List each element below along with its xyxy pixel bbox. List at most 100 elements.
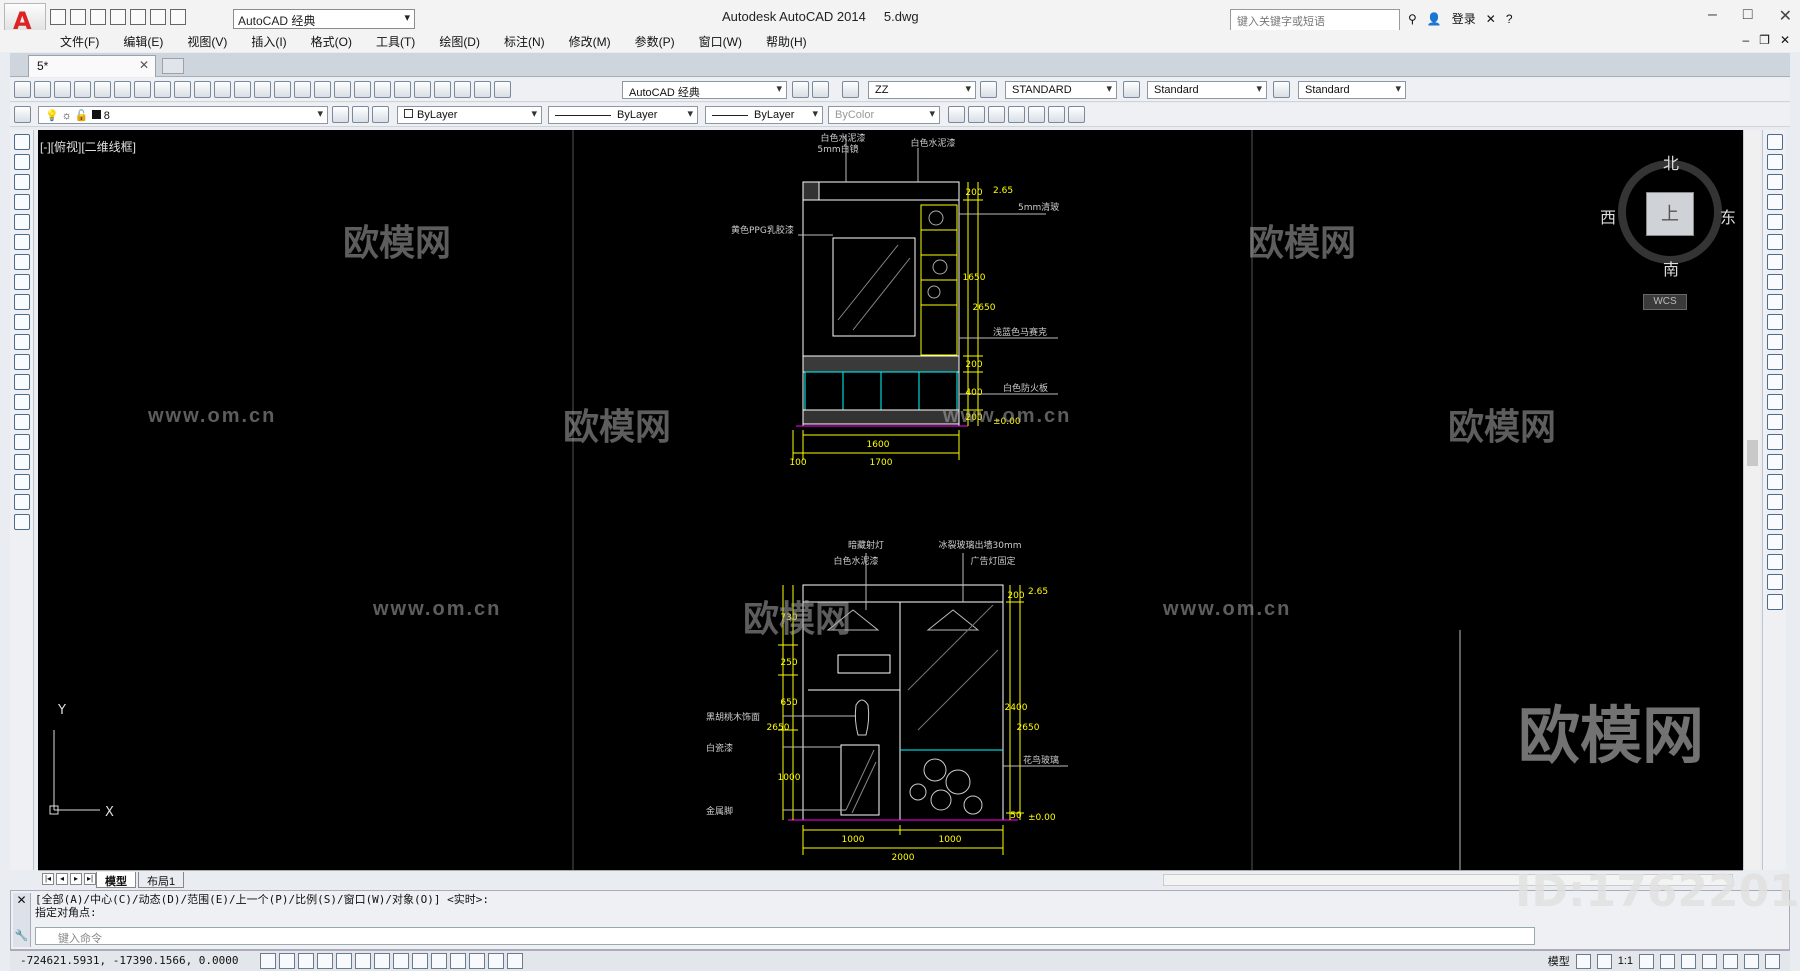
menu-item-7[interactable]: 标注(N) [504,33,545,50]
wcs-menu[interactable]: WCS [1643,294,1687,310]
minimize-doc-icon[interactable]: – [1742,33,1749,47]
text-front-icon[interactable] [1766,554,1783,570]
cursor-coordinates[interactable]: -724621.5931, -17390.1566, 0.0000 [20,954,239,967]
move-icon[interactable] [1766,234,1783,250]
fillet-icon[interactable] [1766,434,1783,450]
color-combo[interactable]: ByLayer [397,106,542,124]
ellipse-arc-icon[interactable] [13,334,30,350]
draw-order-back-icon[interactable] [1766,534,1783,550]
scale-icon[interactable] [1766,274,1783,290]
region-icon[interactable] [13,454,30,470]
tab-layout1[interactable]: 布局1 [138,872,185,888]
linetype-combo[interactable]: ByLayer [548,106,698,124]
rotate-icon[interactable] [1766,254,1783,270]
make-block-icon[interactable] [13,374,30,390]
hardware-acceleration-icon[interactable] [1744,953,1759,969]
close-icon[interactable]: ✕ [1779,6,1792,26]
undo-icon[interactable] [254,81,271,98]
ortho-mode-icon[interactable] [317,953,333,969]
explode-icon[interactable] [1766,474,1783,490]
lineweight-combo[interactable]: ByLayer [705,106,823,124]
plot-preview-icon[interactable] [94,81,111,98]
drawing-canvas[interactable]: 1600 1700 100 200 1650 2650 200 400 200 … [38,130,1743,870]
erase-icon[interactable] [1766,134,1783,150]
polar-tracking-icon[interactable] [336,953,352,969]
extend-icon[interactable] [1766,334,1783,350]
next-layout-icon[interactable]: ▸ [70,873,82,885]
draw-order-front-icon[interactable] [1766,514,1783,530]
document-tab[interactable]: 5* ✕ [28,55,156,77]
login-link[interactable]: 登录 [1452,10,1476,27]
viewcube[interactable]: 上 北 南 西 东 WCS [1600,152,1736,322]
menu-item-8[interactable]: 修改(M) [569,33,611,50]
menu-item-9[interactable]: 参数(P) [635,33,675,50]
tool-palettes-icon[interactable] [414,81,431,98]
infer-constraints-icon[interactable] [260,953,276,969]
wrench-icon[interactable]: 🔧 [13,929,30,942]
multileader-style-icon[interactable] [1273,81,1290,98]
zoom-window-icon[interactable] [334,81,351,98]
menu-item-6[interactable]: 绘图(D) [439,33,480,50]
snap-mode-icon[interactable] [279,953,295,969]
mtext-icon[interactable] [13,494,30,510]
workspace-switch-icon[interactable] [1681,953,1696,969]
workspace-settings-icon[interactable] [812,81,829,98]
save-as-icon[interactable] [110,9,126,25]
plot-icon[interactable] [130,9,146,25]
orbit-icon[interactable] [1028,106,1045,123]
object-snap-icon[interactable] [355,953,371,969]
chamfer-icon[interactable] [1766,414,1783,430]
selection-cycling-icon[interactable] [507,953,523,969]
viewcube-east[interactable]: 东 [1720,204,1736,228]
layer-previous-icon[interactable] [352,106,369,123]
markup-icon[interactable] [454,81,471,98]
add-selected-icon[interactable] [13,514,30,530]
new-drawing-tab-button[interactable] [162,58,184,74]
dynamic-ucs-icon[interactable] [412,953,428,969]
table-style-combo[interactable]: Standard [1147,81,1267,99]
polyline-icon[interactable] [13,174,30,190]
help-icon[interactable] [494,81,511,98]
lineweight-icon[interactable] [450,953,466,969]
menu-item-0[interactable]: 文件(F) [60,33,99,50]
spline-icon[interactable] [13,294,30,310]
dynamic-input-icon[interactable] [431,953,447,969]
save-icon[interactable] [54,81,71,98]
menu-item-2[interactable]: 视图(V) [187,33,227,50]
zoom-realtime-icon[interactable] [314,81,331,98]
close-icon[interactable]: ✕ [13,893,30,907]
pan-icon[interactable] [294,81,311,98]
stretch-icon[interactable] [1766,294,1783,310]
search-input[interactable]: 键入关键字或短语 [1230,9,1400,31]
viewcube-face-top[interactable]: 上 [1646,192,1694,236]
multileader-style-combo[interactable]: Standard [1298,81,1406,99]
gradient-icon[interactable] [13,434,30,450]
view-manager-icon[interactable] [948,106,965,123]
object-snap-tracking-icon[interactable] [393,953,409,969]
menu-item-4[interactable]: 格式(O) [311,33,352,50]
dim-style-icon[interactable] [980,81,997,98]
user-icon[interactable]: 👤 [1427,12,1442,26]
3d-object-snap-icon[interactable] [374,953,390,969]
maximize-icon[interactable]: □ [1743,6,1753,26]
dimension-style-combo[interactable]: STANDARD [1005,81,1117,99]
circle-icon[interactable] [13,254,30,270]
draw-order-icon[interactable] [1766,494,1783,510]
quick-properties-icon[interactable] [488,953,504,969]
paste-icon[interactable] [194,81,211,98]
layer-state-icon[interactable] [372,106,389,123]
new-icon[interactable] [50,9,66,25]
viewport-controls-label[interactable]: [-][俯视][二维线框] [40,138,136,155]
quickcalc-icon[interactable] [474,81,491,98]
hatch-back-icon[interactable] [1766,594,1783,610]
redo-icon[interactable] [170,9,186,25]
arc-icon[interactable] [13,234,30,250]
layer-properties-icon[interactable] [14,106,31,123]
array-icon[interactable] [1766,214,1783,230]
blend-icon[interactable] [1766,454,1783,470]
xline-icon[interactable] [13,154,30,170]
insert-block-icon[interactable] [13,354,30,370]
text-style-combo[interactable]: ZZ [868,81,976,99]
dim-front-icon[interactable] [1766,574,1783,590]
workspace-selector[interactable]: AutoCAD 经典 [233,9,415,29]
